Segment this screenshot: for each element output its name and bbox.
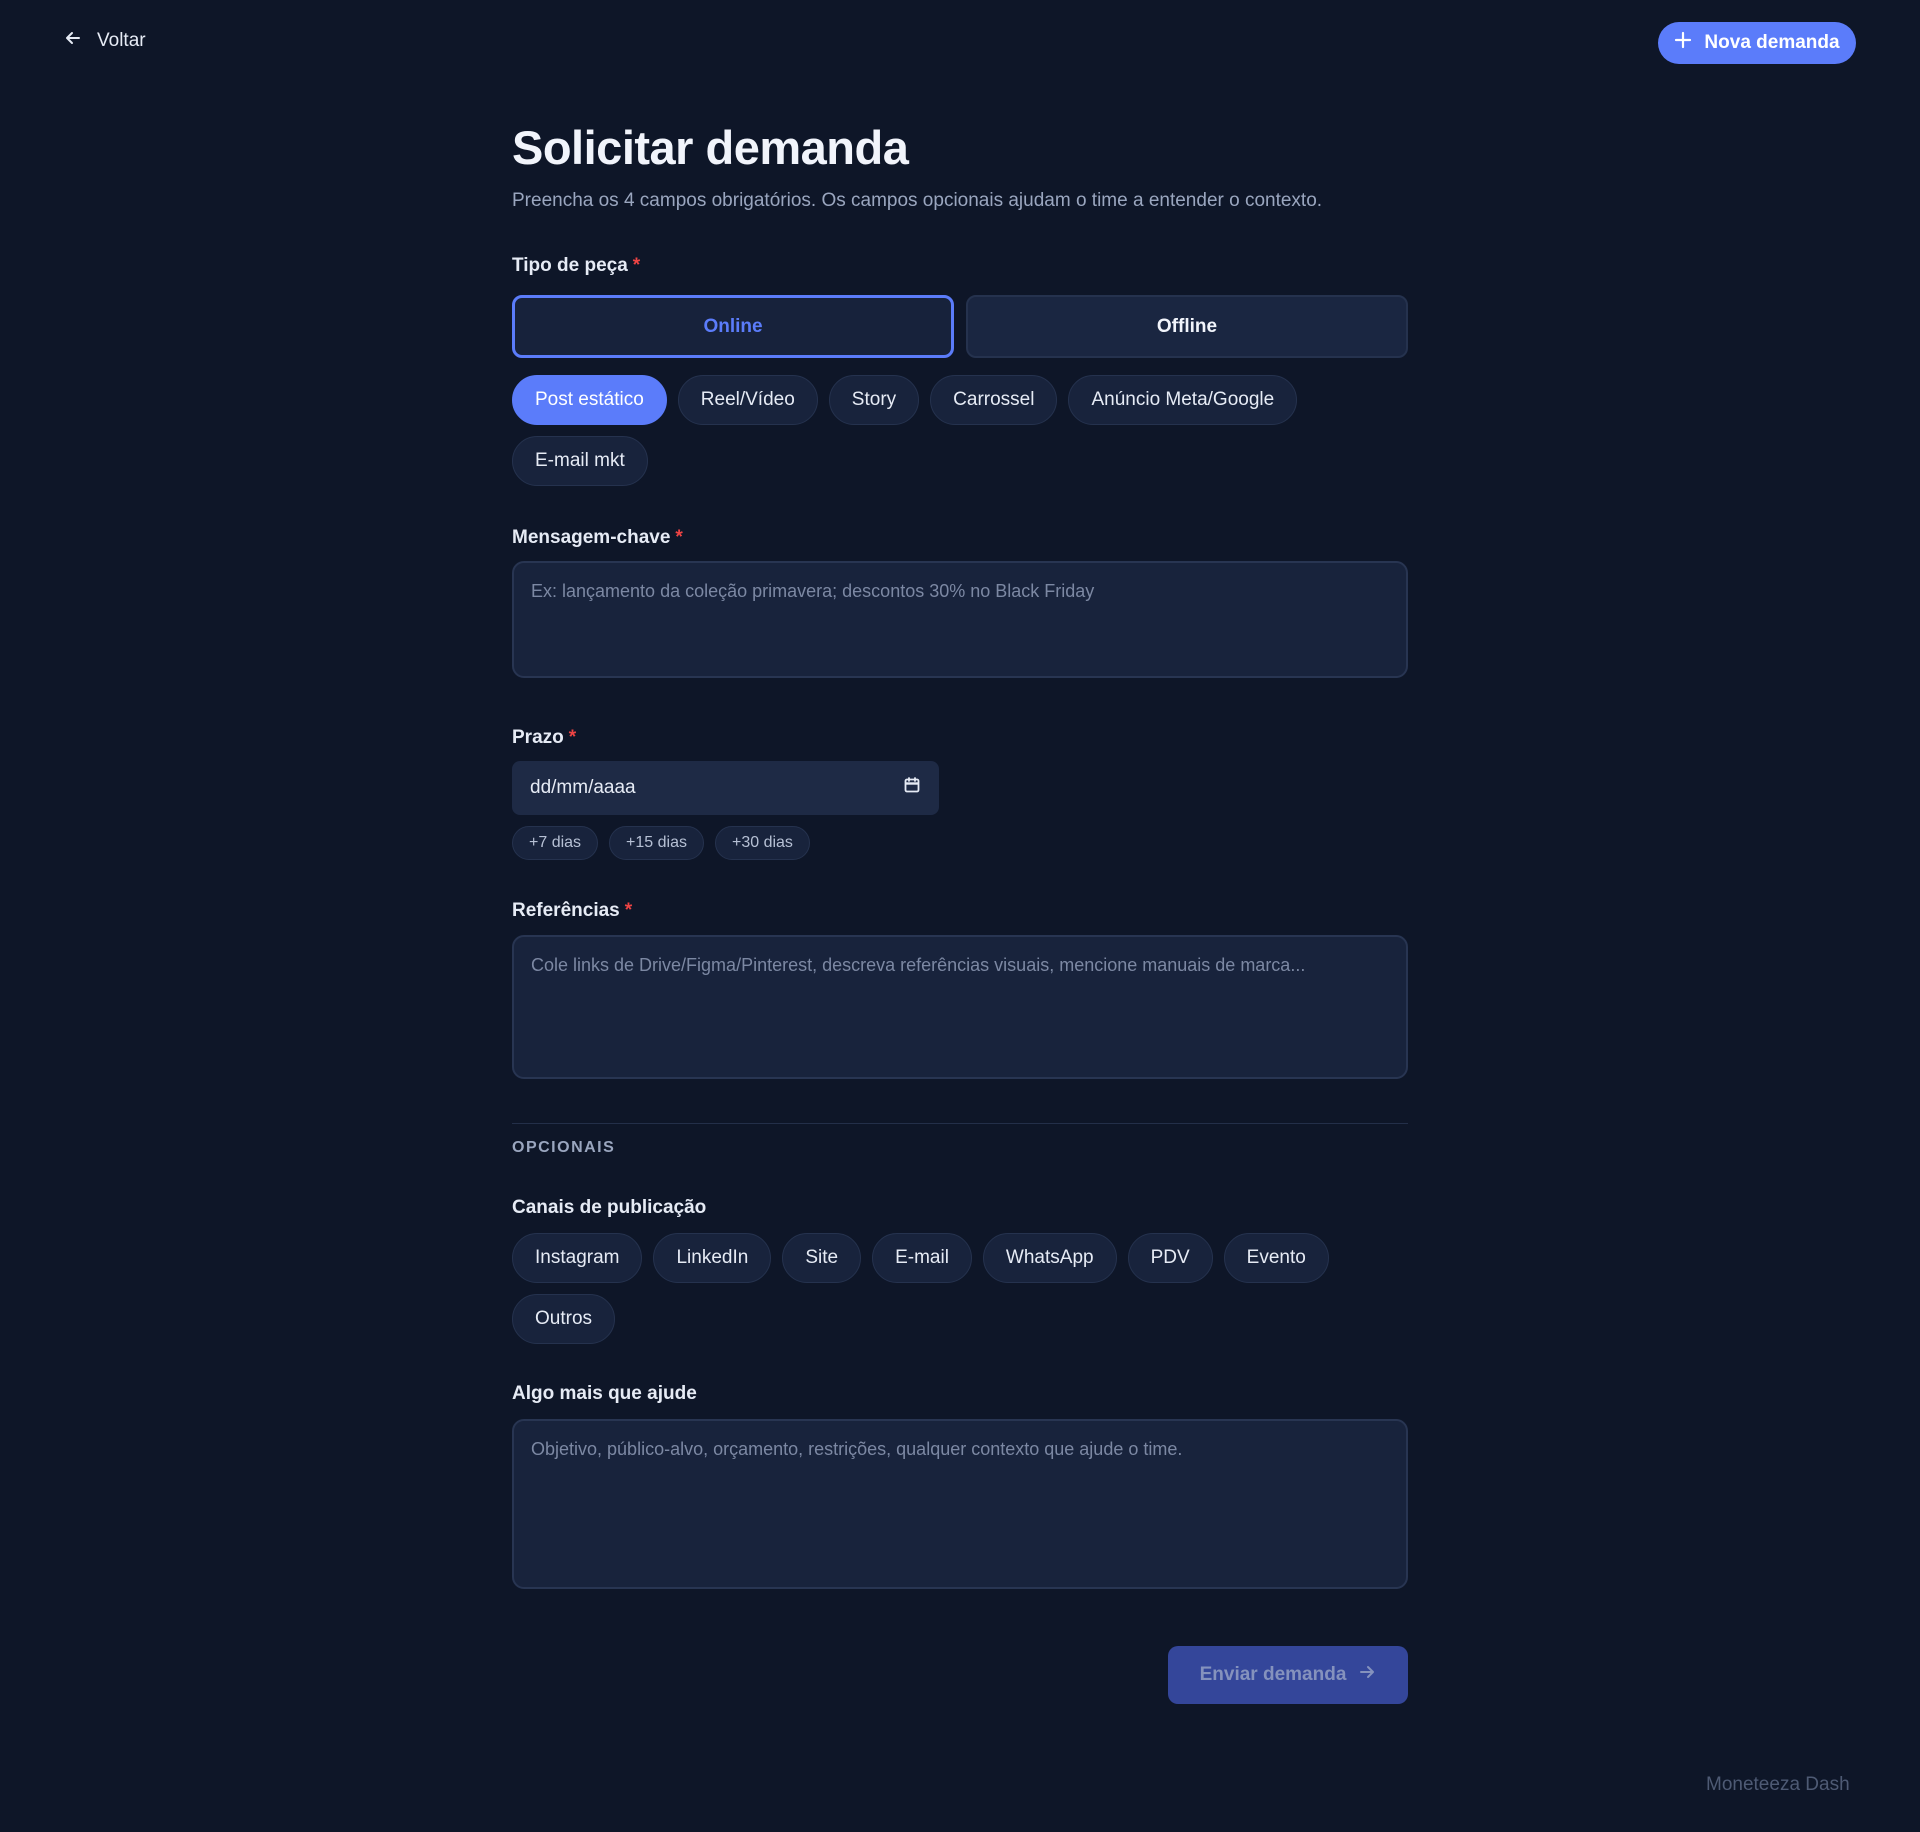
back-link[interactable]: Voltar xyxy=(63,28,146,54)
date-placeholder: dd/mm/aaaa xyxy=(530,777,636,798)
arrow-left-icon xyxy=(63,28,83,54)
referencias-textarea[interactable] xyxy=(512,935,1408,1079)
prazo-label-text: Prazo xyxy=(512,727,564,748)
arrow-right-icon xyxy=(1358,1663,1376,1687)
tipo-label: Tipo de peça * xyxy=(512,255,640,277)
prazo-shortcuts: +7 dias +15 dias +30 dias xyxy=(512,826,810,860)
canal-chip-linkedin[interactable]: LinkedIn xyxy=(653,1233,772,1283)
submit-button[interactable]: Enviar demanda xyxy=(1168,1646,1408,1704)
prazo-date-input[interactable]: dd/mm/aaaa xyxy=(512,761,939,815)
canal-chip-evento[interactable]: Evento xyxy=(1223,1233,1329,1283)
canal-chip-pdv[interactable]: PDV xyxy=(1127,1233,1213,1283)
referencias-label-text: Referências xyxy=(512,900,620,921)
format-chip-reel-video[interactable]: Reel/Vídeo xyxy=(677,375,818,425)
footer-brand: Moneteeza Dash xyxy=(1706,1774,1850,1795)
tipo-label-text: Tipo de peça xyxy=(512,255,628,276)
top-bar: Voltar Nova demanda xyxy=(0,0,1920,86)
format-chip-carrossel[interactable]: Carrossel xyxy=(930,375,1058,425)
calendar-icon[interactable] xyxy=(903,776,921,800)
extra-label: Algo mais que ajude xyxy=(512,1383,697,1404)
page-title: Solicitar demanda xyxy=(512,121,909,174)
format-chip-post-estatico[interactable]: Post estático xyxy=(512,375,667,425)
canais-label: Canais de publicação xyxy=(512,1197,707,1218)
canal-chip-email[interactable]: E-mail xyxy=(872,1233,972,1283)
canal-chip-instagram[interactable]: Instagram xyxy=(512,1233,643,1283)
page-subtitle: Preencha os 4 campos obrigatórios. Os ca… xyxy=(512,190,1323,211)
canal-chip-outros[interactable]: Outros xyxy=(512,1294,616,1344)
new-demand-label: Nova demanda xyxy=(1704,32,1840,53)
referencias-label: Referências * xyxy=(512,900,632,922)
required-mark: * xyxy=(624,900,633,921)
back-link-label: Voltar xyxy=(97,30,146,51)
mensagem-textarea[interactable] xyxy=(512,561,1408,678)
opcionais-section-label: OPCIONAIS xyxy=(512,1139,616,1156)
format-chip-group: Post estático Reel/Vídeo Story Carrossel… xyxy=(512,375,1408,486)
required-mark: * xyxy=(675,527,683,548)
required-mark: * xyxy=(568,727,577,748)
canal-chip-site[interactable]: Site xyxy=(782,1233,862,1283)
format-chip-story[interactable]: Story xyxy=(828,375,920,425)
mensagem-label: Mensagem-chave * xyxy=(512,527,683,549)
mensagem-label-text: Mensagem-chave xyxy=(512,527,671,548)
format-chip-anuncio[interactable]: Anúncio Meta/Google xyxy=(1068,375,1298,425)
submit-label: Enviar demanda xyxy=(1199,1664,1347,1685)
plus-icon xyxy=(1674,31,1692,55)
extra-textarea[interactable] xyxy=(512,1419,1408,1589)
required-mark: * xyxy=(632,255,641,276)
new-demand-button[interactable]: Nova demanda xyxy=(1658,22,1856,64)
type-offline-button[interactable]: Offline xyxy=(966,295,1408,358)
format-chip-email-mkt[interactable]: E-mail mkt xyxy=(512,436,648,486)
canal-chip-whatsapp[interactable]: WhatsApp xyxy=(982,1233,1117,1283)
section-divider xyxy=(512,1123,1408,1124)
prazo-shortcut-30[interactable]: +30 dias xyxy=(714,826,810,860)
canais-chip-group: Instagram LinkedIn Site E-mail WhatsApp … xyxy=(512,1233,1408,1344)
prazo-shortcut-15[interactable]: +15 dias xyxy=(609,826,704,860)
type-online-button[interactable]: Online xyxy=(512,295,954,358)
prazo-label: Prazo * xyxy=(512,727,576,749)
prazo-shortcut-7[interactable]: +7 dias xyxy=(512,826,599,860)
